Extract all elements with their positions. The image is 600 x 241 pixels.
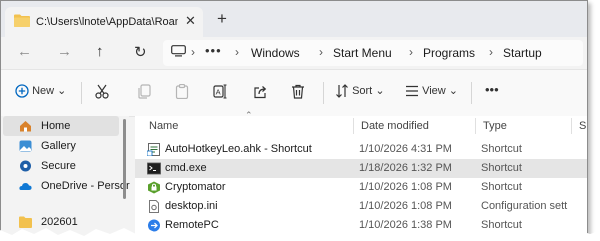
delete-button[interactable] [291,84,305,99]
chevron-right-icon: › [235,45,239,59]
share-button[interactable] [253,84,268,99]
gallery-icon [19,140,32,152]
file-date-modified: 1/10/2026 1:08 PM [359,181,452,193]
breadcrumb-overflow-button[interactable]: ••• [205,43,222,58]
onedrive-icon [19,183,32,190]
sidebar-item-label: Gallery [41,140,76,152]
back-button[interactable]: ← [17,43,32,60]
file-date-modified: 1/18/2026 1:32 PM [359,162,452,174]
toolbar-divider [323,82,324,104]
see-more-button[interactable]: ••• [485,82,499,97]
close-tab-icon[interactable]: ✕ [185,13,196,29]
chevron-right-icon: › [489,45,493,59]
column-headers: ⌃ Name Date modified Type S [135,110,587,136]
up-button[interactable]: ↑ [96,43,104,60]
command-bar: New ⌄ A Sort ⌄ View ⌄ ••• [1,69,587,117]
chevron-right-icon: › [409,45,413,59]
navigation-row: ← → ↑ ↻ › ••• › Windows › Start Menu › P… [1,37,587,69]
rename-button[interactable]: A [213,84,228,99]
paste-icon [175,84,189,99]
share-icon [254,86,267,99]
column-divider[interactable] [475,118,476,134]
sidebar-item-gallery[interactable]: Gallery [3,136,119,156]
column-header-size[interactable]: S [579,120,586,132]
column-header-date-modified[interactable]: Date modified [361,120,429,132]
tab-title: C:\Users\lnote\AppData\Roam [36,16,178,28]
chevron-down-icon: ⌄ [448,85,458,97]
sort-ascending-icon: ⌃ [245,110,253,120]
chevron-right-icon: › [191,45,195,59]
sort-icon [336,84,348,98]
file-date-modified: 1/10/2026 4:31 PM [359,143,452,155]
cryptomator-icon [148,181,160,194]
svg-text:A: A [216,88,221,97]
forward-button[interactable]: → [57,43,72,60]
address-bar[interactable]: › ••• › Windows › Start Menu › Programs … [163,40,583,66]
sidebar-item-secure[interactable]: Secure [3,156,119,176]
secure-icon [20,160,31,172]
toolbar-divider [471,82,472,104]
file-row-cmd[interactable]: cmd.exe 1/18/2026 1:32 PM Shortcut [135,159,587,178]
torn-edge-decoration [0,228,600,241]
sidebar-item-label: Home [41,120,71,132]
folder-icon [14,14,30,27]
navigation-pane: Home Gallery Secure OneDrive - Persor 20… [1,116,130,237]
new-label: New [32,85,55,97]
file-date-modified: 1/10/2026 1:08 PM [359,200,452,212]
sidebar-item-label: OneDrive - Persor [41,180,130,192]
toolbar-divider [81,82,82,104]
file-name: cmd.exe [165,162,207,174]
refresh-button[interactable]: ↻ [134,43,147,61]
chevron-down-icon: ⌄ [375,85,385,97]
explorer-window: C:\Users\lnote\AppData\Roam ✕ + ← → ↑ ↻ … [0,0,588,238]
new-button[interactable]: New ⌄ [15,84,66,98]
file-type: Shortcut [481,143,522,155]
file-type: Shortcut [481,162,522,174]
breadcrumb-startup[interactable]: Startup [503,46,542,60]
file-row-desktop-ini[interactable]: desktop.ini 1/10/2026 1:08 PM Configurat… [135,197,587,216]
navigation-pane-scrollbar[interactable] [123,119,126,199]
ini-file-icon [149,200,159,213]
file-name: AutoHotkeyLeo.ahk - Shortcut [165,143,312,155]
file-row-autohotkeyleo[interactable]: AutoHotkeyLeo.ahk - Shortcut 1/10/2026 4… [135,140,587,159]
file-name: Cryptomator [165,181,226,193]
file-name: desktop.ini [165,200,218,212]
tab-bar: C:\Users\lnote\AppData\Roam ✕ + [1,1,587,37]
breadcrumb-start-menu[interactable]: Start Menu [333,46,392,60]
cut-button[interactable] [95,84,109,99]
breadcrumb-windows[interactable]: Windows [251,46,300,60]
file-row-cryptomator[interactable]: Cryptomator 1/10/2026 1:08 PM Shortcut [135,178,587,197]
sidebar-item-onedrive[interactable]: OneDrive - Persor [3,176,130,196]
ahk-shortcut-icon [147,143,160,156]
tab-current-folder[interactable]: C:\Users\lnote\AppData\Roam ✕ [5,7,203,37]
sidebar-item-home[interactable]: Home [3,116,119,136]
chevron-down-icon: ⌄ [57,85,67,97]
cmd-icon [147,162,161,175]
scissors-icon [95,84,109,99]
breadcrumb-programs[interactable]: Programs [423,46,475,60]
new-tab-button[interactable]: + [217,9,227,29]
copy-button[interactable] [137,84,151,99]
sort-button[interactable]: Sort ⌄ [335,84,385,98]
copy-icon [138,84,151,99]
paste-button[interactable] [175,84,189,99]
file-type: Configuration sett [481,200,568,212]
home-icon [20,121,31,132]
file-type: Shortcut [481,181,522,193]
plus-circle-icon [15,84,29,98]
trash-icon [292,84,304,99]
column-header-type[interactable]: Type [483,120,507,132]
column-divider[interactable] [353,118,354,134]
view-label: View [422,85,446,97]
chevron-right-icon: › [319,45,323,59]
view-icon [406,85,418,97]
computer-icon [171,45,186,57]
sidebar-item-label: Secure [41,160,76,172]
file-list: ⌃ Name Date modified Type S AutoHotkeyLe… [135,110,587,237]
column-header-name[interactable]: Name [149,120,178,132]
column-divider[interactable] [571,118,572,134]
rename-icon: A [213,84,227,99]
view-button[interactable]: View ⌄ [405,84,458,97]
sort-label: Sort [352,85,373,97]
